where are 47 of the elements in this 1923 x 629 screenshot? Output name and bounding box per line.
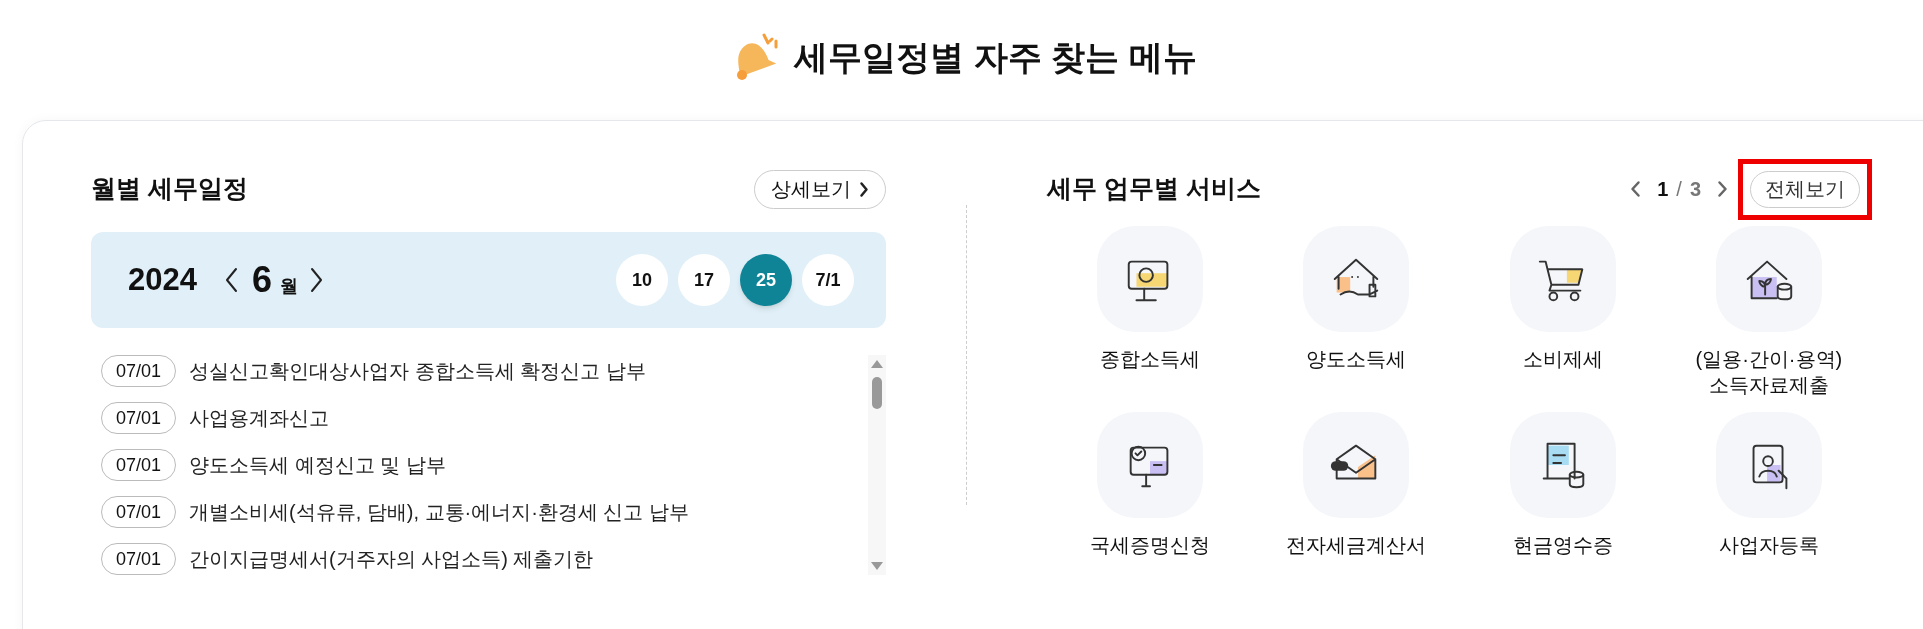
scroll-up-icon[interactable] <box>870 359 884 369</box>
service-item[interactable]: 전자세금계산서 <box>1253 412 1460 584</box>
page-total: 3 <box>1689 177 1701 202</box>
service-label: 양도소득세 <box>1306 347 1407 372</box>
date-chip[interactable]: 17 <box>678 254 730 306</box>
scrollbar[interactable] <box>868 355 886 575</box>
service-item[interactable]: 종합소득세 <box>1047 226 1254 398</box>
chevron-left-icon <box>224 267 238 293</box>
month-unit: 월 <box>280 274 298 298</box>
year-text: 2024 <box>128 260 197 299</box>
date-chip[interactable]: 25 <box>740 254 792 306</box>
page-title: 세무일정별 자주 찾는 메뉴 <box>794 36 1197 78</box>
service-item[interactable]: 사업자등록 <box>1665 412 1872 584</box>
service-item[interactable]: 국세증명신청 <box>1047 412 1254 584</box>
next-page-button[interactable] <box>1717 180 1728 198</box>
service-item[interactable]: 양도소득세 <box>1253 226 1460 398</box>
page-current: 1 <box>1657 177 1669 202</box>
service-label: 소비제세 <box>1522 347 1603 372</box>
service-item[interactable]: (일용·간이·용역) 소득자료제출 <box>1665 226 1872 398</box>
schedule-item-link[interactable]: 양도소득세 예정신고 및 납부 <box>189 450 446 480</box>
page-separator: / <box>1676 177 1682 202</box>
date-chip[interactable]: 10 <box>616 254 668 306</box>
service-label: 사업자등록 <box>1718 533 1819 558</box>
service-label: 종합소득세 <box>1100 347 1201 372</box>
scroll-thumb[interactable] <box>872 377 882 409</box>
service-label: 국세증명신청 <box>1090 533 1211 558</box>
chevron-right-icon <box>310 267 323 293</box>
section-title: 세무 업무별 서비스 <box>1047 173 1261 205</box>
month-number: 6 <box>251 258 272 302</box>
service-label: (일용·간이·용역) 소득자료제출 <box>1695 347 1843 398</box>
schedule-item-link[interactable]: 개별소비세(석유류, 담배), 교통·에너지·환경세 신고 납부 <box>189 497 690 527</box>
next-month-button[interactable] <box>310 267 323 293</box>
schedule-item-link[interactable]: 간이지급명세서(거주자의 사업소득) 제출기한 <box>189 544 594 574</box>
schedule-item-link[interactable]: 성실신고확인대상사업자 종합소득세 확정신고 납부 <box>189 356 646 386</box>
chevron-left-icon <box>1630 180 1642 198</box>
chevron-right-icon <box>1717 180 1728 198</box>
schedule-item-link[interactable]: 사업용계좌신고 <box>189 403 330 433</box>
service-label: 전자세금계산서 <box>1286 533 1427 558</box>
chevron-right-icon <box>859 180 869 198</box>
scroll-down-icon[interactable] <box>870 561 884 571</box>
prev-month-button[interactable] <box>224 267 238 293</box>
service-item[interactable]: 소비제세 <box>1459 226 1666 398</box>
service-item[interactable]: 현금영수증 <box>1459 412 1666 584</box>
service-label: 현금영수증 <box>1512 533 1613 558</box>
date-chip[interactable]: 7/1 <box>802 254 854 306</box>
section-title: 월별 세무일정 <box>91 173 248 205</box>
prev-page-button[interactable] <box>1630 180 1642 198</box>
